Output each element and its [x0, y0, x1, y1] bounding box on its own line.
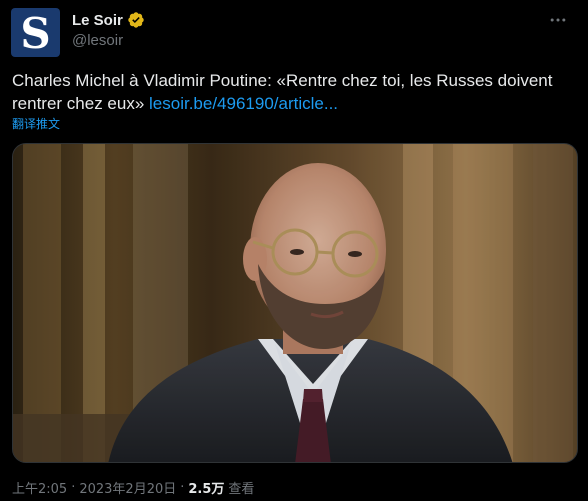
avatar-logo-letter: S [20, 8, 51, 58]
views-count: 2.5万 [188, 482, 225, 497]
article-link[interactable]: lesoir.be/496190/article... [149, 94, 338, 113]
display-name[interactable]: Le Soir [72, 12, 123, 29]
account-handle[interactable]: @lesoir [72, 32, 123, 49]
separator-dot: · [180, 480, 185, 495]
tweet-text: Charles Michel à Vladimir Poutine: «Rent… [12, 69, 572, 115]
tweet-metadata: 上午2:05 · 2023年2月20日 · 2.5万 查看 [12, 478, 254, 497]
tweet: S Le Soir @lesoir Charles Michel à Vladi… [0, 0, 588, 501]
translate-tweet-link[interactable]: 翻译推文 [12, 115, 60, 132]
views-label: 查看 [228, 482, 255, 497]
tweet-date[interactable]: 2023年2月20日 [79, 478, 176, 497]
more-options-icon[interactable] [546, 8, 570, 32]
avatar[interactable]: S [11, 8, 60, 57]
name-row: Le Soir [72, 10, 145, 30]
separator-dot: · [71, 480, 76, 495]
portrait-photo [13, 144, 577, 462]
tweet-photo[interactable] [12, 143, 578, 463]
tweet-time[interactable]: 上午2:05 [12, 478, 67, 497]
gold-verified-icon[interactable] [127, 11, 145, 29]
